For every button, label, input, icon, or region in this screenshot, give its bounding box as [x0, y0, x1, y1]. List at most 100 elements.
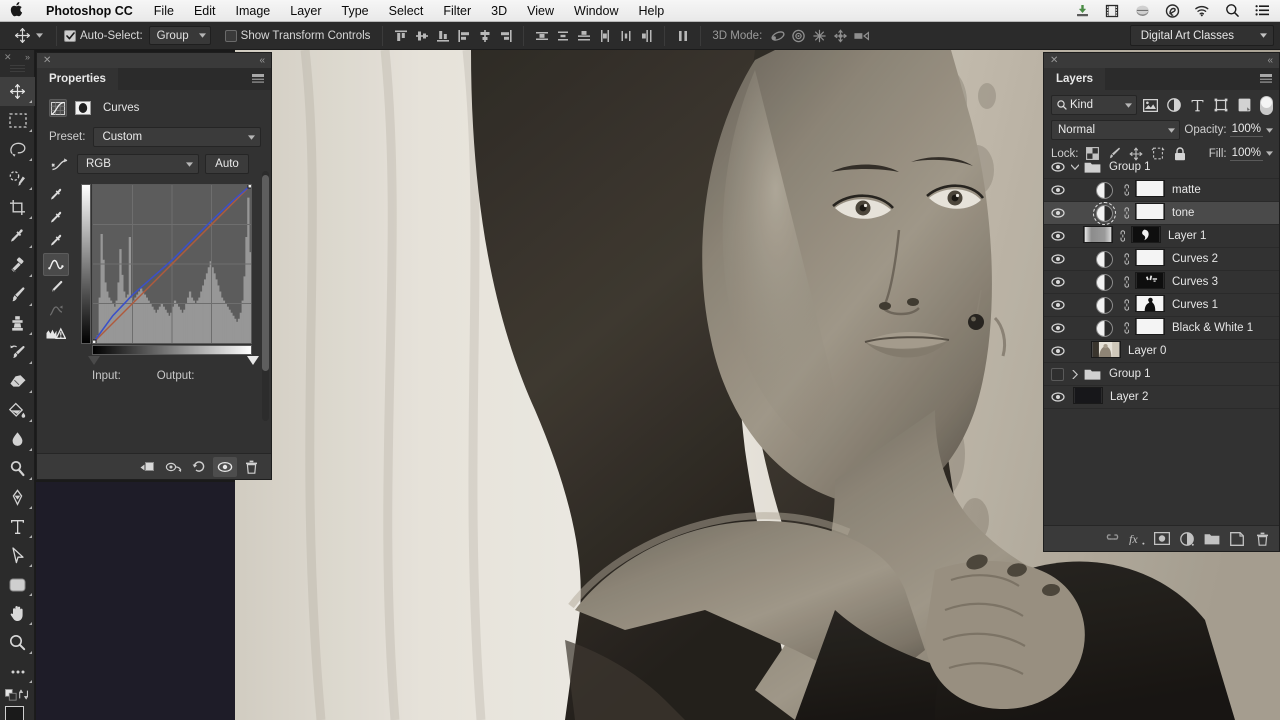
- distribute-right-edges-button[interactable]: [637, 26, 656, 45]
- spotlight-search-icon[interactable]: [1224, 3, 1240, 18]
- move-tool[interactable]: [0, 77, 35, 106]
- black-input-slider[interactable]: [88, 356, 100, 365]
- properties-scrollbar-thumb[interactable]: [262, 175, 269, 371]
- edit-curve-points-tool[interactable]: [43, 253, 69, 276]
- eyedropper-tool[interactable]: [0, 222, 35, 251]
- tab-properties[interactable]: Properties: [37, 68, 118, 90]
- align-horizontal-centers-button[interactable]: [475, 26, 494, 45]
- preset-dropdown[interactable]: Custom: [93, 127, 261, 147]
- tab-layers[interactable]: Layers: [1044, 68, 1106, 90]
- white-input-slider[interactable]: [247, 356, 259, 365]
- layer-mask-link-icon[interactable]: [1119, 253, 1130, 265]
- panel-menu-button[interactable]: [252, 68, 271, 90]
- auto-button[interactable]: Auto: [205, 154, 249, 174]
- align-vertical-centers-button[interactable]: [412, 26, 431, 45]
- quick-selection-tool[interactable]: [0, 164, 35, 193]
- distribute-horizontal-centers-button[interactable]: [616, 26, 635, 45]
- layer-row-layer-2[interactable]: Layer 2: [1044, 386, 1279, 409]
- distribute-bottom-edges-button[interactable]: [574, 26, 593, 45]
- opacity-field[interactable]: Opacity: 100%: [1184, 123, 1273, 137]
- rectangle-tool[interactable]: [0, 570, 35, 599]
- collapse-panel-icon[interactable]: «: [259, 55, 265, 66]
- adjustment-layer-thumbnail[interactable]: [1091, 319, 1117, 337]
- layer-row-tone[interactable]: tone: [1044, 201, 1279, 225]
- layer-mask-thumbnail[interactable]: [1132, 203, 1165, 223]
- layer-row-layer-0[interactable]: Layer 0: [1044, 340, 1279, 363]
- edit-toolbar-button[interactable]: [0, 657, 35, 686]
- clipping-warning-icon[interactable]: [43, 322, 69, 345]
- auto-select-scope-dropdown[interactable]: Group: [148, 26, 211, 45]
- layer-mask-thumbnail[interactable]: [1132, 249, 1165, 269]
- layer-list[interactable]: Group 1 matte tone Layer 1 Curves 2 Curves 3 C…: [1044, 156, 1279, 566]
- download-icon[interactable]: [1074, 3, 1090, 18]
- blend-mode-dropdown[interactable]: Normal: [1051, 120, 1181, 140]
- reset-adjustment-button[interactable]: [187, 457, 211, 477]
- chevron-down-icon[interactable]: [1069, 164, 1081, 170]
- blur-tool[interactable]: [0, 425, 35, 454]
- menu-layer[interactable]: Layer: [280, 4, 331, 18]
- layer-thumbnail[interactable]: [1091, 341, 1121, 361]
- align-right-edges-button[interactable]: [496, 26, 515, 45]
- filter-type-layers-icon[interactable]: [1188, 95, 1207, 115]
- menu-window[interactable]: Window: [564, 4, 628, 18]
- layer-mask-thumbnail[interactable]: [1132, 295, 1165, 315]
- smooth-curve-tool[interactable]: [43, 299, 69, 322]
- eraser-tool[interactable]: [0, 367, 35, 396]
- layer-mask-thumbnail[interactable]: [1132, 180, 1165, 200]
- adjustment-layer-thumbnail[interactable]: [1091, 250, 1117, 268]
- layer-visibility-eye-icon[interactable]: [1046, 271, 1069, 294]
- layer-mask-thumbnail[interactable]: [1132, 318, 1165, 338]
- menu-filter[interactable]: Filter: [433, 4, 481, 18]
- layer-row-group-1[interactable]: Group 1: [1044, 156, 1279, 179]
- menu-3d[interactable]: 3D: [481, 4, 517, 18]
- adjustment-layer-thumbnail[interactable]: [1091, 296, 1117, 314]
- set-gray-point-eyedropper[interactable]: [43, 207, 69, 230]
- workspace-switcher-dropdown[interactable]: Digital Art Classes: [1129, 25, 1274, 46]
- layer-visibility-eye-icon[interactable]: [1046, 294, 1069, 317]
- curve-channel-icon[interactable]: [49, 157, 71, 172]
- rotate-3d-icon[interactable]: [768, 26, 787, 45]
- zoom-tool[interactable]: [0, 628, 35, 657]
- close-icon[interactable]: ✕: [43, 55, 51, 66]
- close-icon[interactable]: ✕: [4, 52, 12, 63]
- apple-logo-icon[interactable]: [0, 2, 35, 19]
- dodge-tool[interactable]: [0, 454, 35, 483]
- draw-curve-pencil-tool[interactable]: [43, 276, 69, 299]
- layer-visibility-eye-icon[interactable]: [1046, 340, 1069, 363]
- distribute-spacing-button[interactable]: [673, 26, 692, 45]
- layer-visibility-eye-icon[interactable]: [1046, 386, 1069, 409]
- filter-shape-layers-icon[interactable]: [1211, 95, 1230, 115]
- menu-image[interactable]: Image: [226, 4, 281, 18]
- menu-app-name[interactable]: Photoshop CC: [35, 4, 144, 18]
- show-transform-controls-checkbox[interactable]: [224, 29, 237, 42]
- hand-tool[interactable]: [0, 599, 35, 628]
- foreground-color-swatch[interactable]: [5, 706, 24, 720]
- distribute-vertical-centers-button[interactable]: [553, 26, 572, 45]
- layer-row-group-1[interactable]: Group 1: [1044, 363, 1279, 386]
- pen-tool[interactable]: [0, 483, 35, 512]
- layer-visibility-eye-icon[interactable]: [1046, 317, 1069, 340]
- filter-kind-dropdown[interactable]: Kind: [1051, 95, 1137, 115]
- menu-view[interactable]: View: [517, 4, 564, 18]
- filter-enable-toggle[interactable]: [1260, 95, 1273, 115]
- layer-row-curves-3[interactable]: Curves 3: [1044, 271, 1279, 294]
- layer-mask-thumbnail-icon[interactable]: [74, 99, 92, 117]
- curves-graph-svg[interactable]: [89, 181, 255, 347]
- channel-dropdown[interactable]: RGB: [77, 154, 199, 174]
- scale-3d-icon[interactable]: [852, 26, 871, 45]
- current-tool-preset-picker[interactable]: [8, 27, 49, 44]
- swap-colors-icon[interactable]: [18, 688, 29, 701]
- layer-row-curves-2[interactable]: Curves 2: [1044, 248, 1279, 271]
- layers-panel-titlebar[interactable]: ✕ «: [1044, 53, 1279, 68]
- layer-visibility-eye-icon[interactable]: [1046, 156, 1069, 179]
- video-icon[interactable]: [1104, 3, 1120, 18]
- collapse-panel-icon[interactable]: «: [1267, 55, 1273, 66]
- layer-visibility-eye-icon[interactable]: [1046, 202, 1069, 225]
- history-brush-tool[interactable]: [0, 338, 35, 367]
- distribute-top-edges-button[interactable]: [532, 26, 551, 45]
- filter-adjustment-layers-icon[interactable]: [1164, 95, 1183, 115]
- menu-help[interactable]: Help: [629, 4, 675, 18]
- creative-cloud-icon[interactable]: [1164, 3, 1180, 18]
- layer-mask-link-icon[interactable]: [1119, 207, 1130, 219]
- layer-mask-link-icon[interactable]: [1119, 322, 1130, 334]
